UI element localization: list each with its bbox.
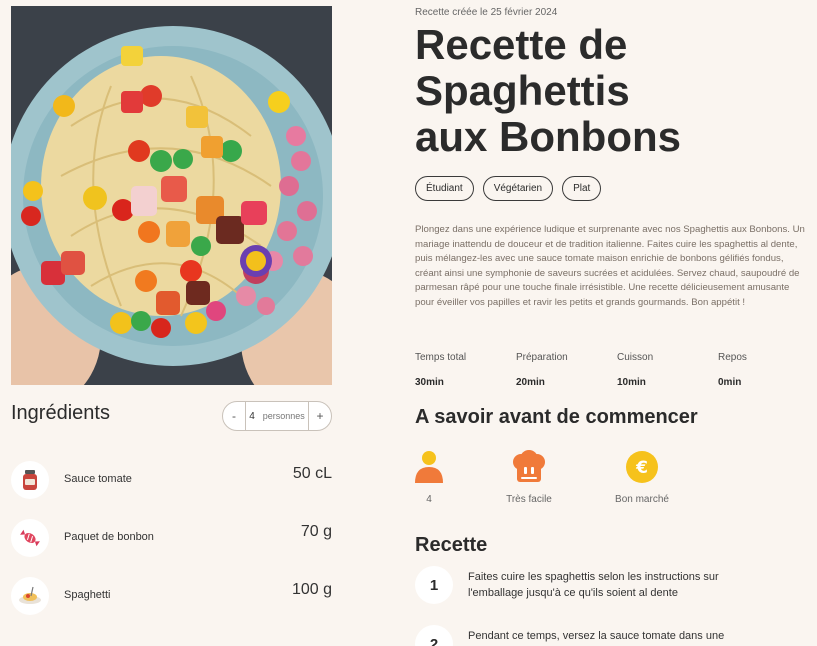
time-value: 20min [516,377,545,388]
ingredient-quantity: 50 cL [292,465,332,482]
step-text: Faites cuire les spaghettis selon les in… [468,571,719,599]
creation-date: Recette créée le 25 février 2024 [415,7,558,18]
know-before-title: A savoir avant de commencer [415,406,698,428]
servings-increase-button[interactable]: + [309,409,331,423]
ingredient-quantity: 70 g [300,523,332,540]
recipe-steps-title: Recette [415,534,488,556]
know-item-difficulty: Très facile [484,450,574,505]
time-label: Repos [718,352,747,363]
time-value: 10min [617,377,646,388]
servings-quantity: 4 [249,410,255,422]
know-item-servings: 4 [384,450,474,505]
recipe-tags: Étudiant Végétarien Plat [415,176,602,201]
time-total: Temps total 30min [415,352,515,388]
ingredient-name: Sauce tomate [64,473,132,485]
recipe-title-line: Recette de [415,21,628,68]
svg-text:€: € [635,458,648,478]
person-icon [384,450,474,484]
ingredient-row: Sauce tomate 50 cL [11,461,332,501]
time-preparation: Préparation 20min [516,352,616,388]
recipe-title-line: aux Bonbons [415,113,682,160]
spaghetti-plate-icon [11,577,49,615]
know-item-label: Bon marché [615,494,669,505]
time-cuisson: Cuisson 10min [617,352,717,388]
step-number: 1 [415,566,453,604]
servings-decrease-button[interactable]: - [223,409,245,423]
tag-plat[interactable]: Plat [562,176,602,201]
ingredient-quantity: 100 g [291,581,332,598]
ingredient-row: Spaghetti 100 g [11,577,332,617]
ingredient-name: Spaghetti [64,589,111,601]
ingredient-name: Paquet de bonbon [64,531,154,543]
ingredient-row: Paquet de bonbon 70 g [11,519,332,559]
euro-coin-icon: € [597,450,687,484]
ingredients-header: Ingrédients - 4 personnes + [11,401,332,431]
chef-hat-icon [484,450,574,484]
tomato-sauce-jar-icon [11,461,49,499]
time-repos: Repos 0min [718,352,817,388]
know-item-label: 4 [426,494,432,505]
recipe-title: Recette de Spaghettis aux Bonbons [415,22,815,160]
time-label: Temps total [415,352,467,363]
time-value: 0min [718,377,742,388]
tag-vegetarien[interactable]: Végétarien [482,176,554,201]
ingredients-title: Ingrédients [11,402,110,424]
recipe-photo [11,6,332,385]
recipe-title-line: Spaghettis [415,67,630,114]
servings-unit: personnes [262,411,305,421]
time-value: 30min [415,377,444,388]
recipe-description: Plongez dans une expérience ludique et s… [415,224,805,308]
tag-etudiant[interactable]: Étudiant [415,176,474,201]
time-label: Préparation [516,352,568,363]
candy-icon [11,519,49,557]
servings-stepper: - 4 personnes + [222,401,332,431]
time-label: Cuisson [617,352,654,363]
servings-value[interactable]: 4 personnes [245,402,309,430]
step-number: 2 [415,625,453,646]
recipe-times: Temps total 30min Préparation 20min Cuis… [415,352,815,392]
step-text: Pendant ce temps, versez la sauce tomate… [468,630,725,642]
know-item-label: Très facile [506,494,552,505]
know-item-cost: € Bon marché [597,450,687,505]
